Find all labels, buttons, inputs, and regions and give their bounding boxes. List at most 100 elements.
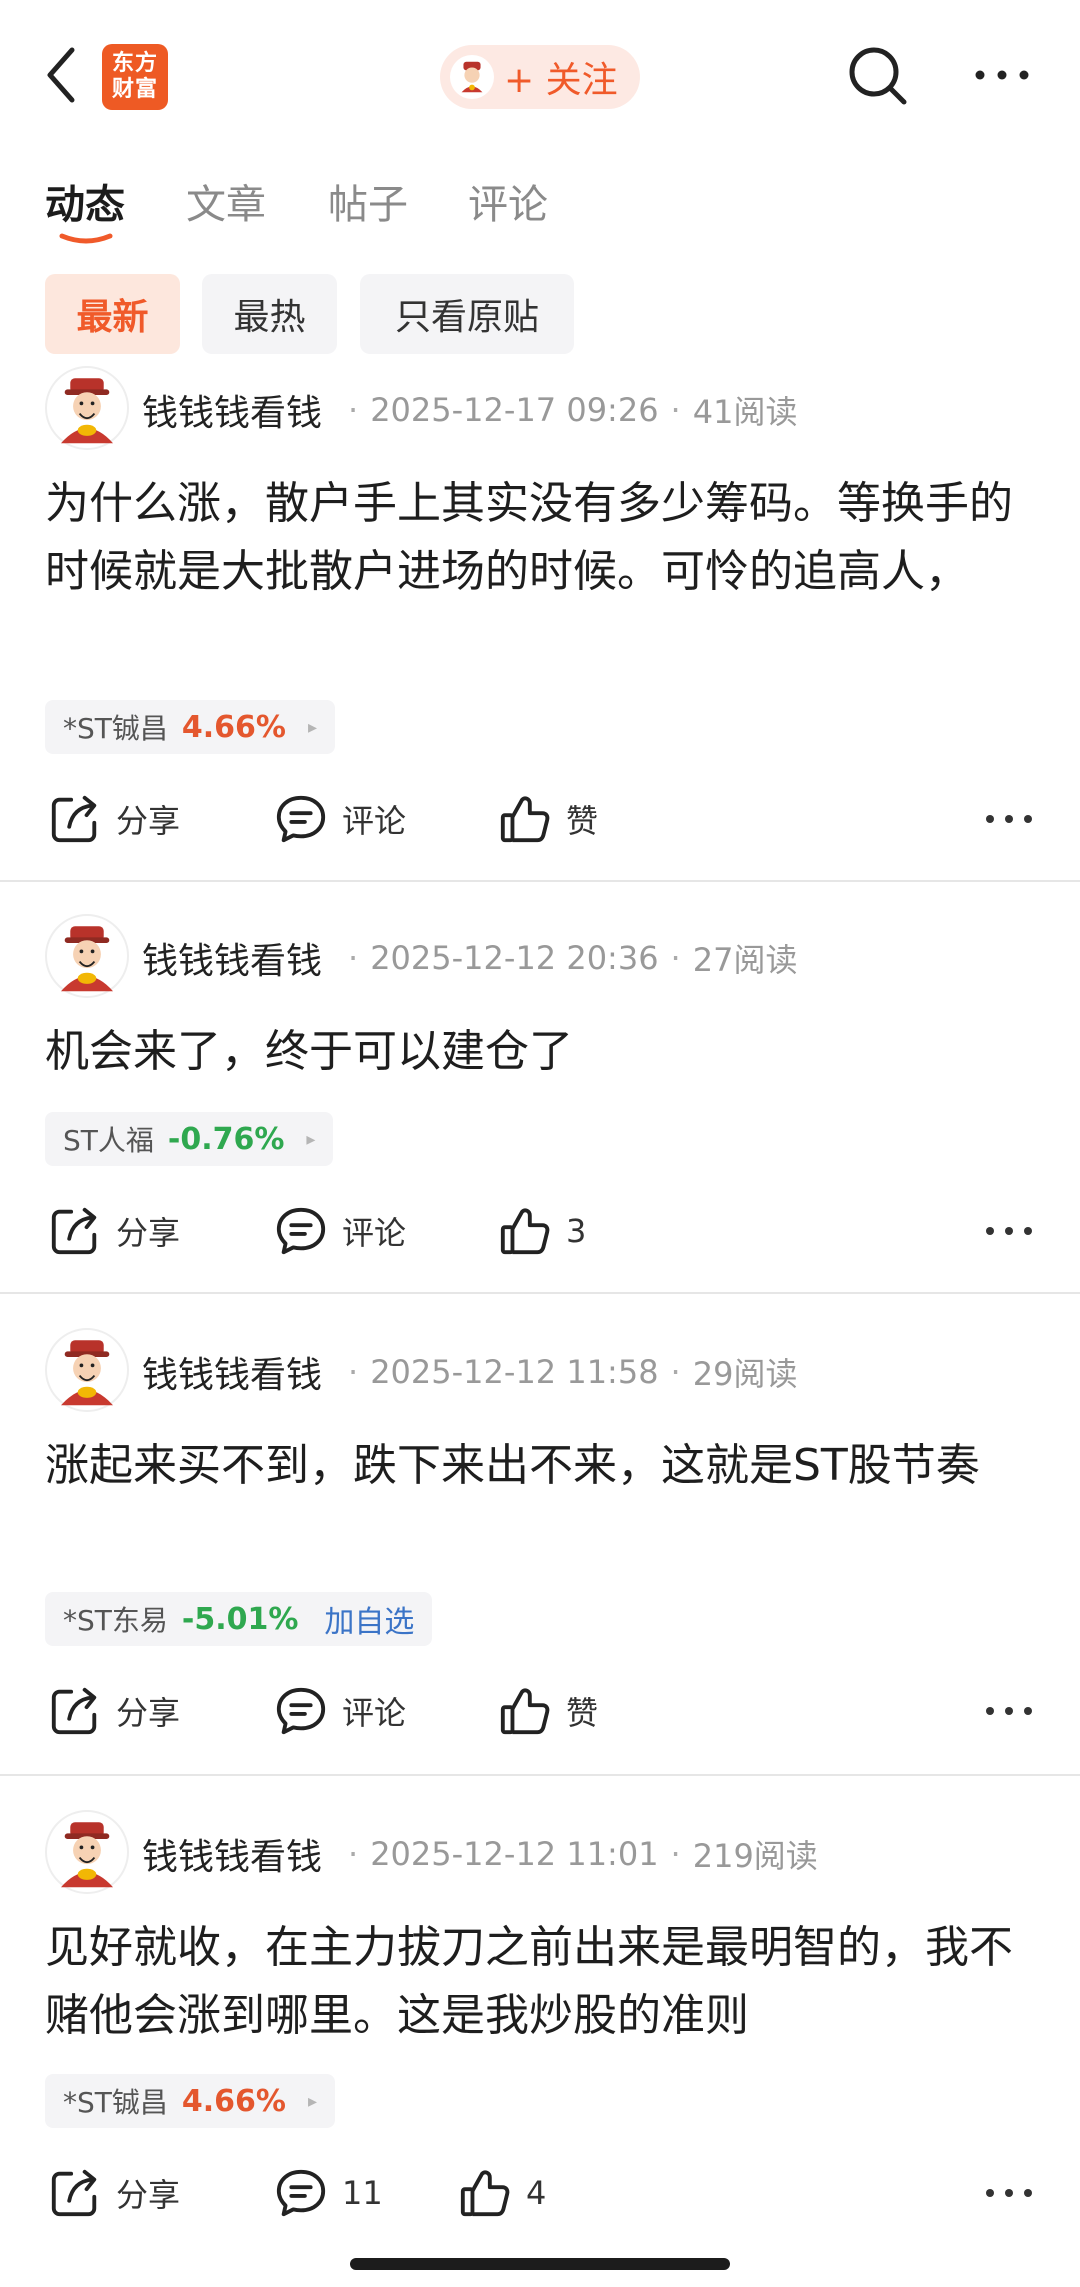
like-label: 赞 bbox=[566, 1694, 599, 1732]
comment-button[interactable]: 11 bbox=[274, 2158, 383, 2228]
tab-articles[interactable]: 文章 bbox=[186, 172, 266, 230]
stock-name: ST人福 bbox=[63, 1124, 154, 1157]
stock-tag[interactable]: *ST东易 -5.01% 加自选 bbox=[45, 1592, 433, 1646]
comment-button[interactable]: 评论 bbox=[274, 784, 406, 854]
active-tab-indicator bbox=[59, 233, 113, 244]
avatar[interactable] bbox=[45, 366, 129, 450]
share-label: 分享 bbox=[116, 802, 181, 840]
author-name[interactable]: 钱钱钱看钱 bbox=[142, 1828, 322, 1880]
stock-name: *ST铖昌 bbox=[63, 2086, 168, 2119]
tab-dynamics[interactable]: 动态 bbox=[45, 172, 125, 230]
user-avatar-small bbox=[450, 55, 494, 99]
comment-icon bbox=[274, 1684, 328, 1738]
comment-icon bbox=[274, 792, 328, 846]
chevron-right-icon: ▸ bbox=[307, 716, 318, 738]
follow-label: + 关注 bbox=[504, 60, 618, 101]
more-options-icon[interactable] bbox=[972, 60, 1032, 90]
avatar[interactable] bbox=[45, 914, 129, 998]
like-label: 赞 bbox=[566, 802, 599, 840]
comment-icon bbox=[274, 2166, 328, 2220]
filter-original-only[interactable]: 只看原贴 bbox=[360, 274, 574, 354]
logo-line-1: 东方 bbox=[111, 51, 158, 76]
author-name[interactable]: 钱钱钱看钱 bbox=[142, 384, 322, 436]
stock-change: -0.76% bbox=[167, 1121, 285, 1157]
profile-tabs: 动态 文章 帖子 评论 bbox=[0, 160, 1080, 250]
stock-tag[interactable]: *ST铖昌 4.66% ▸ bbox=[45, 2074, 336, 2128]
post-more-button[interactable] bbox=[984, 1676, 1034, 1746]
divider bbox=[0, 1292, 1080, 1294]
post-more-button[interactable] bbox=[984, 1196, 1034, 1266]
more-options-icon bbox=[984, 1224, 1034, 1238]
divider bbox=[0, 880, 1080, 882]
stock-change: 4.66% bbox=[181, 709, 286, 745]
post-meta: 钱钱钱看钱 · 2025-12-12 20:36 · 27阅读 bbox=[142, 932, 797, 984]
share-icon bbox=[48, 2166, 102, 2220]
thumbs-up-icon bbox=[458, 2166, 512, 2220]
post-actions: 分享 11 4 bbox=[0, 2158, 1080, 2228]
post-text[interactable]: 为什么涨，散户手上其实没有多少筹码。等换手的时候就是大批散户进场的时候。可怜的追… bbox=[45, 470, 1035, 606]
stock-name: *ST铖昌 bbox=[63, 712, 168, 745]
stock-tag[interactable]: ST人福 -0.76% ▸ bbox=[45, 1112, 334, 1166]
comment-button[interactable]: 评论 bbox=[274, 1676, 406, 1746]
home-indicator[interactable] bbox=[350, 2258, 730, 2270]
stock-name: *ST东易 bbox=[63, 1604, 168, 1637]
read-count: 41阅读 bbox=[692, 393, 798, 431]
tab-comments[interactable]: 评论 bbox=[468, 172, 548, 230]
fortune-god-avatar-icon bbox=[48, 1813, 126, 1891]
post-meta: 钱钱钱看钱 · 2025-12-17 09:26 · 41阅读 bbox=[142, 384, 797, 436]
follow-button[interactable]: + 关注 bbox=[440, 45, 640, 109]
stock-tag[interactable]: *ST铖昌 4.66% ▸ bbox=[45, 700, 336, 754]
back-arrow-icon[interactable] bbox=[40, 44, 84, 106]
post-time: 2025-12-17 09:26 bbox=[370, 391, 659, 429]
post-time: 2025-12-12 11:58 bbox=[370, 1353, 659, 1391]
share-button[interactable]: 分享 bbox=[48, 784, 180, 854]
author-name[interactable]: 钱钱钱看钱 bbox=[142, 932, 322, 984]
comment-label: 评论 bbox=[342, 1214, 407, 1252]
comment-count: 11 bbox=[342, 2174, 383, 2212]
post-text[interactable]: 涨起来买不到，跌下来出不来，这就是ST股节奏 bbox=[45, 1432, 1035, 1500]
post-more-button[interactable] bbox=[984, 784, 1034, 854]
comment-button[interactable]: 评论 bbox=[274, 1196, 406, 1266]
stock-change: -5.01% bbox=[181, 1601, 299, 1637]
fortune-god-avatar-icon bbox=[48, 1331, 126, 1409]
filter-latest[interactable]: 最新 bbox=[45, 274, 180, 354]
share-label: 分享 bbox=[116, 1214, 181, 1252]
avatar[interactable] bbox=[45, 1328, 129, 1412]
stock-change: 4.66% bbox=[181, 2083, 286, 2119]
post-more-button[interactable] bbox=[984, 2158, 1034, 2228]
tab-posts[interactable]: 帖子 bbox=[328, 172, 408, 230]
app-logo: 东方 财富 bbox=[102, 44, 168, 110]
like-button[interactable]: 赞 bbox=[498, 1676, 598, 1746]
post-text[interactable]: 机会来了，终于可以建仓了 bbox=[45, 1018, 1035, 1086]
chevron-right-icon: ▸ bbox=[307, 2090, 318, 2112]
fortune-god-avatar-icon bbox=[453, 58, 491, 96]
share-icon bbox=[48, 1204, 102, 1258]
post-actions: 分享 评论 3 bbox=[0, 1196, 1080, 1266]
fortune-god-avatar-icon bbox=[48, 917, 126, 995]
post-actions: 分享 评论 赞 bbox=[0, 1676, 1080, 1746]
add-to-watchlist-link[interactable]: 加自选 bbox=[324, 1597, 414, 1641]
like-button[interactable]: 3 bbox=[498, 1196, 586, 1266]
more-options-icon bbox=[984, 812, 1034, 826]
filter-bar: 最新 最热 只看原贴 bbox=[0, 274, 1080, 354]
post-text[interactable]: 见好就收，在主力拔刀之前出来是最明智的，我不赌他会涨到哪里。这是我炒股的准则 bbox=[45, 1914, 1035, 2050]
thumbs-up-icon bbox=[498, 1204, 552, 1258]
filter-hottest[interactable]: 最热 bbox=[202, 274, 337, 354]
divider bbox=[0, 1774, 1080, 1776]
thumbs-up-icon bbox=[498, 1684, 552, 1738]
share-button[interactable]: 分享 bbox=[48, 2158, 180, 2228]
author-name[interactable]: 钱钱钱看钱 bbox=[142, 1346, 322, 1398]
like-button[interactable]: 4 bbox=[458, 2158, 546, 2228]
post-meta: 钱钱钱看钱 · 2025-12-12 11:58 · 29阅读 bbox=[142, 1346, 797, 1398]
comment-label: 评论 bbox=[342, 802, 407, 840]
share-button[interactable]: 分享 bbox=[48, 1196, 180, 1266]
read-count: 219阅读 bbox=[692, 1837, 818, 1875]
share-button[interactable]: 分享 bbox=[48, 1676, 180, 1746]
like-button[interactable]: 赞 bbox=[498, 784, 598, 854]
search-icon[interactable] bbox=[846, 44, 910, 108]
comment-icon bbox=[274, 1204, 328, 1258]
avatar[interactable] bbox=[45, 1810, 129, 1894]
post-meta: 钱钱钱看钱 · 2025-12-12 11:01 · 219阅读 bbox=[142, 1828, 818, 1880]
logo-line-2: 财富 bbox=[111, 77, 158, 102]
more-options-icon bbox=[984, 2186, 1034, 2200]
